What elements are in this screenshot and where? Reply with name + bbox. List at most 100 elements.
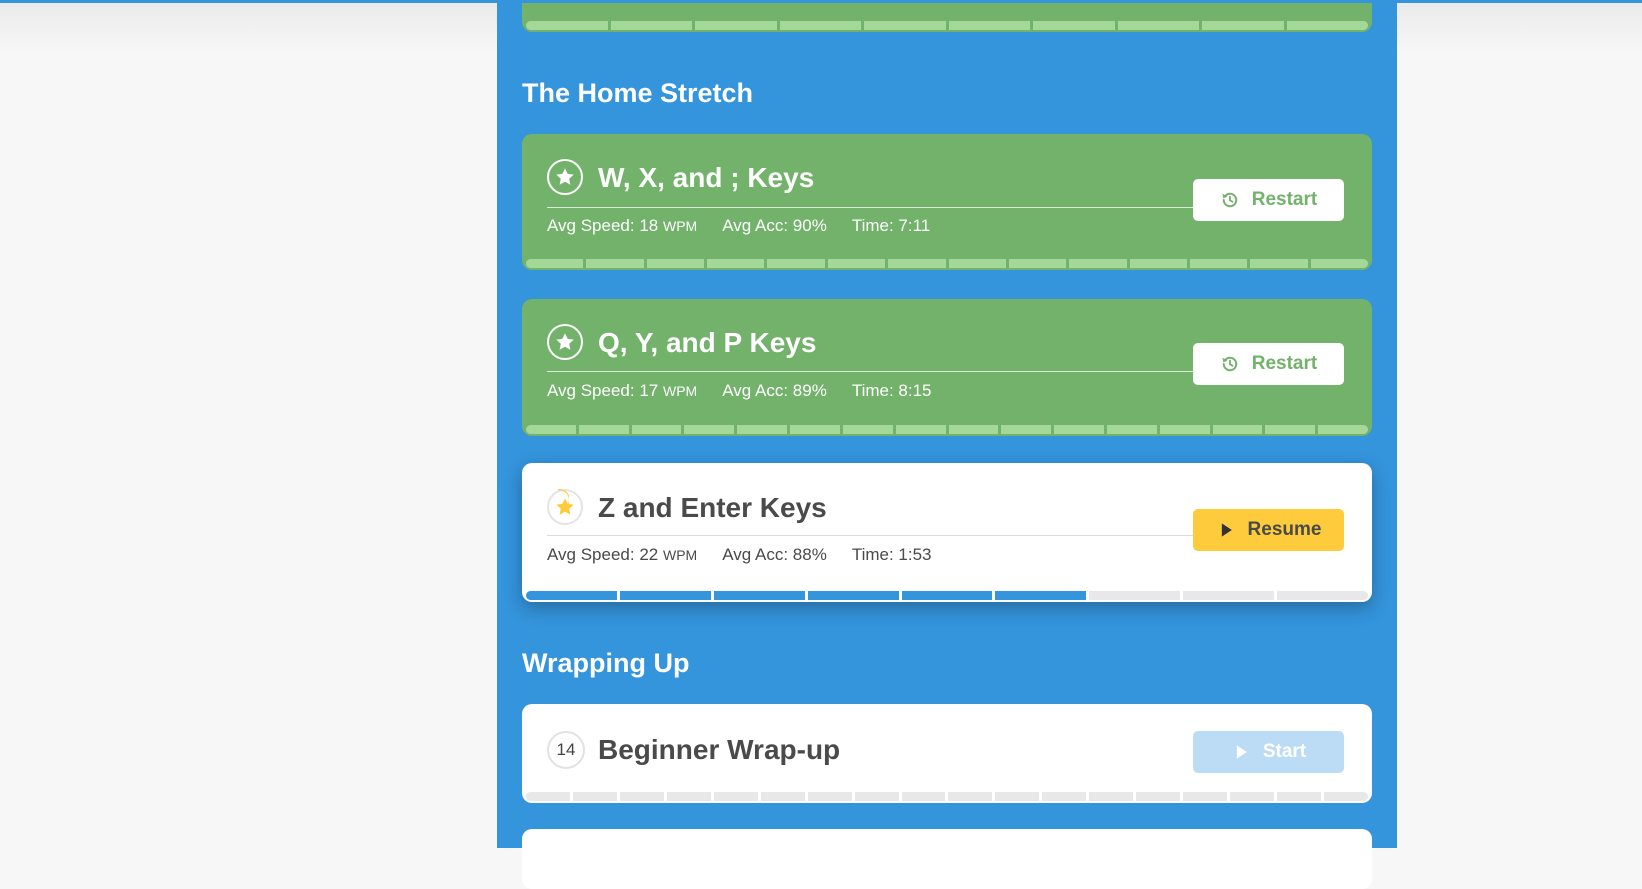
wpm-unit: WPM (662, 547, 698, 563)
resume-button[interactable]: Resume (1193, 509, 1344, 551)
lesson-title: Q, Y, and P Keys (598, 327, 817, 358)
avg-speed-stat: Avg Speed: 17 WPM (547, 381, 697, 401)
avg-accuracy-value: 89% (792, 381, 827, 400)
lesson-number-badge: 14 (547, 731, 585, 769)
lesson-card-beginner-wrap-up[interactable]: 14 Beginner Wrap-up Start (522, 704, 1372, 803)
history-icon (1222, 356, 1237, 372)
avg-speed-stat: Avg Speed: 22 WPM (547, 545, 697, 565)
progress-segment (1129, 259, 1187, 268)
progress-segment (526, 259, 584, 268)
play-icon (1221, 523, 1232, 537)
progress-segment (737, 425, 788, 434)
progress-segment (842, 425, 893, 434)
lesson-progress-bar (526, 591, 1368, 600)
history-icon (1222, 192, 1237, 208)
progress-segment (1212, 425, 1263, 434)
progress-segment (1136, 792, 1181, 801)
progress-segment (790, 425, 840, 434)
progress-segment (1042, 792, 1087, 801)
avg-accuracy-label: Avg Acc: (722, 381, 789, 400)
progress-segment (1008, 259, 1067, 268)
avg-accuracy-label: Avg Acc: (722, 216, 789, 235)
progress-segment (1069, 259, 1127, 268)
restart-button[interactable]: Restart (1193, 343, 1344, 385)
progress-segment (948, 259, 1006, 268)
progress-segment (1089, 792, 1134, 801)
progress-segment (901, 792, 946, 801)
progress-segment (760, 792, 805, 801)
lesson-card-z-enter-keys[interactable]: Z and Enter Keys Avg Speed: 22 WPM Avg A… (522, 463, 1372, 602)
lesson-title: Z and Enter Keys (598, 492, 827, 523)
progress-segment (1054, 425, 1104, 434)
time-stat: Time: 7:11 (852, 216, 930, 236)
progress-ring (557, 489, 569, 510)
restart-button[interactable]: Restart (1193, 179, 1344, 221)
time-value: 8:15 (898, 381, 932, 400)
progress-segment (619, 591, 711, 600)
lesson-stats: Avg Speed: 18 WPM Avg Acc: 90% Time: 7:1… (547, 216, 955, 236)
lesson-progress-bar (526, 792, 1368, 801)
avg-accuracy-stat: Avg Acc: 89% (722, 381, 827, 401)
start-button[interactable]: Start (1193, 731, 1344, 773)
progress-segment (1277, 591, 1368, 600)
lesson-stats: Avg Speed: 22 WPM Avg Acc: 88% Time: 1:5… (547, 545, 957, 565)
progress-segment (1310, 259, 1368, 268)
time-value: 1:53 (898, 545, 932, 564)
progress-segment (526, 21, 608, 30)
progress-segment (586, 259, 644, 268)
progress-segment (646, 259, 705, 268)
progress-segment (995, 591, 1087, 600)
avg-accuracy-value: 88% (792, 545, 827, 564)
completed-star-badge (547, 324, 583, 360)
lesson-card-qyp-keys[interactable]: Q, Y, and P Keys Avg Speed: 17 WPM Avg A… (522, 299, 1372, 436)
lesson-stats: Avg Speed: 17 WPM Avg Acc: 89% Time: 8:1… (547, 381, 957, 401)
progress-segment (1250, 259, 1308, 268)
progress-segment (895, 425, 946, 434)
progress-segment (1106, 425, 1157, 434)
progress-segment (713, 792, 758, 801)
restart-label: Restart (1251, 353, 1318, 374)
avg-speed-label: Avg Speed: (547, 381, 635, 400)
progress-segment (1183, 792, 1228, 801)
star-icon (556, 168, 574, 185)
progress-segment (901, 591, 993, 600)
progress-segment (807, 591, 899, 600)
time-label: Time: (851, 545, 894, 564)
progress-segment (1202, 21, 1284, 30)
progress-segment (713, 591, 805, 600)
progress-segment (995, 792, 1040, 801)
wpm-unit: WPM (662, 218, 698, 234)
progress-segment (610, 21, 692, 30)
resume-label: Resume (1247, 519, 1322, 540)
avg-speed-label: Avg Speed: (547, 545, 635, 564)
restart-label: Restart (1251, 189, 1318, 210)
progress-segment (1089, 591, 1181, 600)
progress-segment (631, 425, 682, 434)
progress-segment (827, 259, 886, 268)
progress-segment (767, 259, 825, 268)
start-label: Start (1262, 741, 1307, 762)
progress-segment (526, 425, 576, 434)
progress-segment (1117, 21, 1199, 30)
lesson-panel: The Home Stretch W, X, and ; Keys Avg Sp… (497, 0, 1397, 889)
section-title-home-stretch: The Home Stretch (522, 78, 754, 108)
progress-segment (948, 21, 1030, 30)
lesson-card-wx-keys[interactable]: W, X, and ; Keys Avg Speed: 18 WPM Avg A… (522, 134, 1372, 270)
wpm-unit: WPM (662, 383, 698, 399)
progress-segment (695, 21, 777, 30)
avg-accuracy-value: 90% (792, 216, 827, 235)
title-divider (547, 371, 1193, 372)
progress-segment (1159, 425, 1210, 434)
time-stat: Time: 8:15 (852, 381, 932, 401)
lesson-title: Beginner Wrap-up (598, 734, 841, 765)
progress-segment (666, 792, 711, 801)
lesson-card-next[interactable] (522, 829, 1372, 889)
progress-segment (864, 21, 946, 30)
progress-segment (1265, 425, 1316, 434)
avg-speed-value: 22 (639, 545, 659, 564)
avg-accuracy-stat: Avg Acc: 90% (722, 216, 827, 236)
progress-segment (684, 425, 735, 434)
progress-segment (888, 259, 946, 268)
title-divider (547, 207, 1193, 208)
section-title-wrapping-up: Wrapping Up (522, 648, 690, 678)
